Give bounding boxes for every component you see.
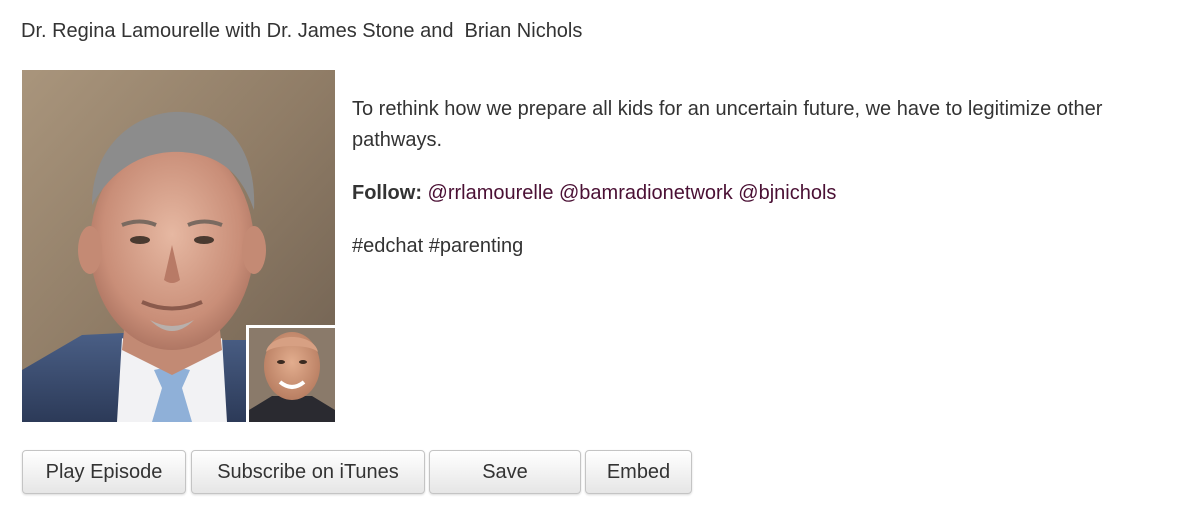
save-button[interactable]: Save <box>429 450 581 494</box>
episode-description: To rethink how we prepare all kids for a… <box>352 94 1172 156</box>
follow-link-rrlamourelle[interactable]: @rrlamourelle <box>428 182 554 204</box>
follow-link-bamradionetwork[interactable]: @bamradionetwork <box>559 182 733 204</box>
follow-line: Follow: @rrlamourelle @bamradionetwork @… <box>352 178 836 209</box>
hashtags: #edchat #parenting <box>352 235 524 257</box>
description-text: To rethink how we prepare all kids for a… <box>352 98 1103 151</box>
follow-link-bjnichols[interactable]: @bjnichols <box>738 182 836 204</box>
embed-button[interactable]: Embed <box>585 450 692 494</box>
episode-title: Dr. Regina Lamourelle with Dr. James Sto… <box>21 20 583 42</box>
play-episode-button[interactable]: Play Episode <box>22 450 186 494</box>
subscribe-itunes-button[interactable]: Subscribe on iTunes <box>191 450 425 494</box>
guest-portrait-image <box>22 70 335 422</box>
guest-photos <box>22 70 335 422</box>
follow-label: Follow: <box>352 182 422 204</box>
